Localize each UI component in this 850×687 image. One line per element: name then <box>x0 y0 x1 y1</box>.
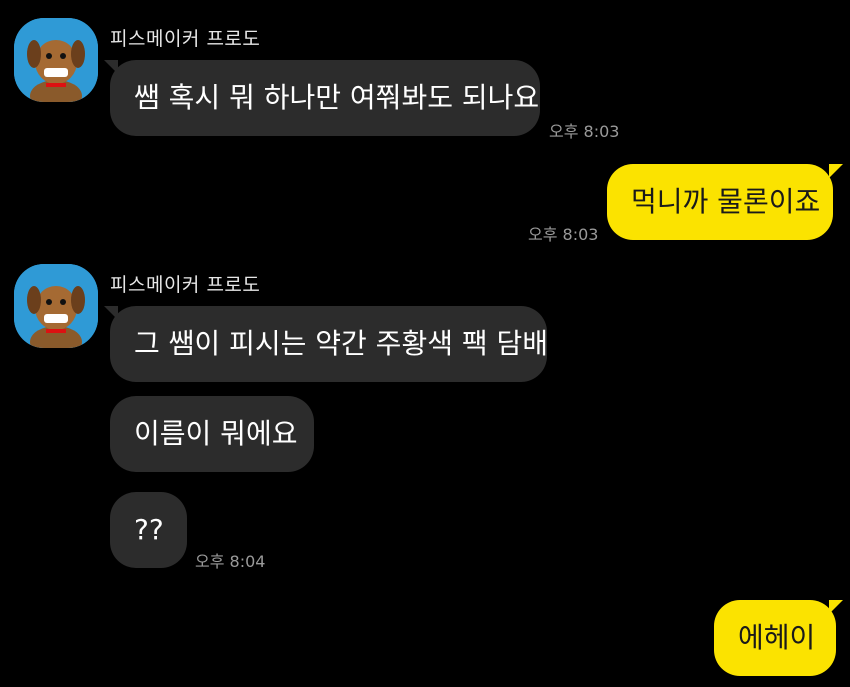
dog-character-icon <box>14 264 98 348</box>
dog-character-icon <box>14 18 98 102</box>
message-time: 오후 8:03 <box>549 122 620 141</box>
sender-avatar[interactable] <box>14 264 98 348</box>
message-time: 오후 8:04 <box>195 552 266 571</box>
sender-name: 피스메이커 프로도 <box>110 274 261 296</box>
sender-avatar[interactable] <box>14 18 98 102</box>
message-bubble[interactable]: 먹니까 물론이죠 <box>607 164 833 240</box>
message-bubble[interactable]: 그 쌤이 피시는 약간 주황색 팩 담배 <box>110 306 548 382</box>
sender-name: 피스메이커 프로도 <box>110 28 261 50</box>
bubble-tail <box>829 600 843 614</box>
message-bubble[interactable]: 쌤 혹시 뭐 하나만 여쭤봐도 되나요 <box>110 60 540 136</box>
bubble-tail <box>829 164 843 178</box>
message-bubble[interactable]: 에헤이 <box>714 600 836 676</box>
message-bubble[interactable]: ?? <box>110 492 187 568</box>
message-time: 오후 8:03 <box>528 225 599 244</box>
message-bubble[interactable]: 이름이 뭐에요 <box>110 396 314 472</box>
